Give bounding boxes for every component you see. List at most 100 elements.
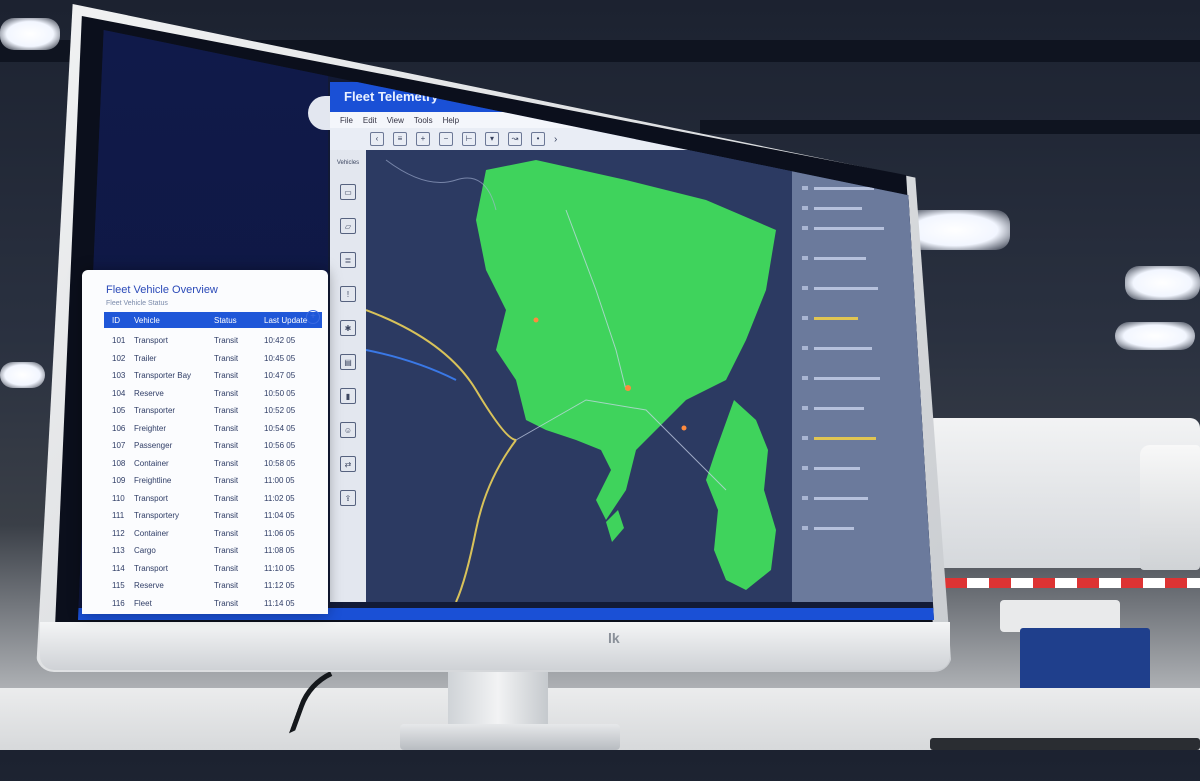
ceiling-beam (700, 120, 1200, 134)
column-header-id[interactable]: ID (112, 316, 120, 325)
cell-last-update: 10:45 05 (264, 353, 296, 363)
panel-bullet (802, 256, 808, 260)
panel-row[interactable] (802, 494, 918, 502)
table-row[interactable]: 106 Freighter Transit 10:54 05 (104, 420, 322, 438)
route-icon[interactable]: ⇄ (340, 456, 356, 472)
table-row[interactable]: 108 Container Transit 10:58 05 (104, 455, 322, 473)
table-row[interactable]: 103 Transporter Bay Transit 10:47 05 (104, 367, 322, 385)
map-view[interactable] (366, 150, 792, 602)
panel-row[interactable] (802, 374, 918, 382)
table-row[interactable]: 116 Fleet Transit 11:14 05 (104, 595, 322, 613)
cell-vehicle: Cargo (134, 546, 156, 555)
panel-bullet (802, 226, 808, 230)
brand-logo: lk (608, 630, 620, 646)
truck-icon[interactable]: ▭ (340, 184, 356, 200)
vehicle-marker[interactable] (533, 317, 539, 323)
table-row[interactable]: 112 Container Transit 11:06 05 (104, 525, 322, 543)
cell-id: 106 (112, 423, 126, 433)
table-row[interactable]: 105 Transporter Transit 10:52 05 (104, 402, 322, 420)
export-icon[interactable]: ⇪ (340, 490, 356, 506)
table-row[interactable]: 101 Transport Transit 10:42 05 (104, 332, 322, 350)
back-icon[interactable]: ‹ (370, 132, 384, 146)
pin-icon[interactable]: • (531, 132, 545, 146)
table-row[interactable]: 110 Transport Transit 11:02 05 (104, 490, 322, 508)
panel-row[interactable] (802, 464, 918, 472)
panel-row[interactable] (802, 524, 918, 532)
cell-id: 104 (112, 388, 126, 398)
panel-text (814, 436, 876, 440)
ceiling-light (0, 18, 60, 50)
monitor-chin (40, 622, 950, 670)
table-row[interactable]: 111 Transportery Transit 11:04 05 (104, 507, 322, 525)
fleet-telemetry-window: Fleet Telemetry – □ × File Edit View Too… (330, 82, 934, 602)
layer-icon[interactable]: ≡ (393, 132, 407, 146)
cell-last-update: 10:58 05 (264, 458, 296, 468)
monitor-stand-neck (448, 668, 548, 730)
panel-row[interactable] (802, 284, 918, 292)
column-header-vehicle[interactable]: Vehicle (134, 316, 160, 325)
cell-status: Transit (214, 406, 239, 415)
panel-bullet (802, 496, 808, 500)
cell-status: Transit (214, 598, 239, 608)
panel-row[interactable] (802, 224, 918, 232)
cell-id: 112 (112, 528, 125, 538)
chevron-right-icon[interactable]: › (554, 134, 557, 145)
cell-id: 111 (112, 511, 125, 520)
panel-bullet (802, 346, 808, 350)
rail-label: Vehicles (336, 160, 360, 166)
cell-vehicle: Passenger (134, 441, 173, 450)
alert-icon[interactable]: ! (340, 286, 356, 302)
menu-view[interactable]: View (387, 116, 404, 125)
table-row[interactable]: 102 Trailer Transit 10:45 05 (104, 350, 322, 368)
route-icon[interactable]: ↝ (508, 132, 522, 146)
cell-vehicle: Transporter Bay (134, 371, 192, 380)
vehicle-marker[interactable] (681, 425, 687, 431)
settings-icon[interactable]: ✱ (340, 320, 356, 336)
cell-id: 107 (112, 441, 126, 450)
add-vehicle-button[interactable]: + (306, 310, 320, 324)
table-row[interactable]: 109 Freightline Transit 11:00 05 (104, 472, 322, 490)
ceiling-light (1125, 266, 1200, 300)
table-row[interactable]: 104 Reserve Transit 10:50 05 (104, 385, 322, 403)
fuel-icon[interactable]: ▮ (340, 388, 356, 404)
cell-vehicle: Transport (134, 336, 168, 345)
cell-last-update: 11:12 05 (264, 581, 295, 590)
cell-last-update: 10:56 05 (264, 441, 296, 450)
table-row[interactable]: 107 Passenger Transit 10:56 05 (104, 437, 322, 455)
panel-row[interactable] (802, 404, 918, 412)
cell-last-update: 11:06 05 (264, 528, 295, 538)
column-header-status[interactable]: Status (214, 316, 237, 325)
truck-cab (1140, 445, 1200, 570)
chart-icon[interactable]: ▤ (340, 354, 356, 370)
filter-icon[interactable]: ▾ (485, 132, 499, 146)
close-button[interactable]: × (910, 91, 916, 102)
minimize-button[interactable]: – (879, 91, 885, 102)
zoom-in-icon[interactable]: + (416, 132, 430, 146)
panel-row[interactable] (802, 204, 918, 212)
maximize-button[interactable]: □ (894, 91, 900, 102)
table-row[interactable]: 113 Cargo Transit 11:08 05 (104, 542, 322, 560)
table-row[interactable]: 114 Transport Transit 11:10 05 (104, 560, 322, 578)
column-header-update[interactable]: Last Update (264, 316, 307, 325)
map-icon[interactable]: ▱ (340, 218, 356, 234)
ruler-icon[interactable]: ⊢ (462, 132, 476, 146)
menu-tools[interactable]: Tools (414, 116, 433, 125)
panel-row[interactable] (802, 314, 918, 322)
vehicle-marker[interactable] (625, 385, 631, 391)
cell-id: 114 (112, 563, 125, 573)
list-icon[interactable]: ≣ (340, 252, 356, 268)
panel-row[interactable] (802, 344, 918, 352)
cell-last-update: 11:08 05 (264, 546, 295, 555)
driver-icon[interactable]: ☺ (340, 422, 356, 438)
cell-status: Transit (214, 493, 239, 503)
zoom-out-icon[interactable]: − (439, 132, 453, 146)
panel-row[interactable] (802, 434, 918, 442)
panel-text (814, 226, 884, 230)
panel-row[interactable] (802, 254, 918, 262)
menu-edit[interactable]: Edit (363, 116, 377, 125)
menu-file[interactable]: File (340, 116, 353, 125)
menu-help[interactable]: Help (443, 116, 459, 125)
cell-last-update: 11:00 05 (264, 476, 295, 485)
cell-vehicle: Freightline (134, 476, 172, 485)
table-row[interactable]: 115 Reserve Transit 11:12 05 (104, 577, 322, 595)
